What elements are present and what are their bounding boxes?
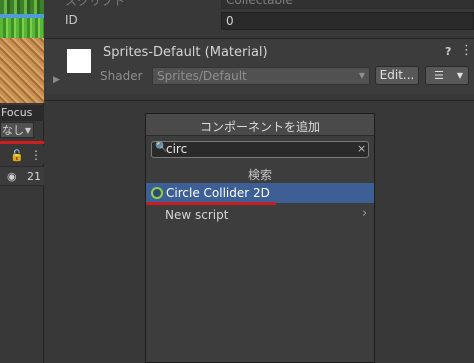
search-input[interactable] [166,142,351,157]
shader-options-button[interactable]: ☰ ▼ [425,66,469,85]
material-swatch [67,49,91,73]
lock-toolbar: 🔓 ⋮ [0,146,44,164]
grass-tile [0,18,44,38]
scene-thumbnail [0,0,44,103]
chevron-right-icon: › [362,206,368,221]
tag-field[interactable]: Collectable [221,0,474,9]
shader-select-value: Sprites/Default [157,69,247,83]
chevron-down-icon: ▼ [456,71,463,80]
grass-tile-top [0,0,44,14]
popup-header: コンポーネントを追加 [146,114,374,136]
result-label: New script [165,208,229,222]
gear-icon[interactable]: ⋮ [460,43,473,58]
help-icon[interactable]: ? [445,45,451,58]
focus-label: Focus [0,105,44,121]
material-title: Sprites-Default (Material) [103,45,268,60]
foldout-arrow-icon[interactable]: ▶ [53,75,60,85]
lock-icon[interactable]: 🔓 [10,149,24,162]
focus-dropdown[interactable]: なし ▼ [0,122,34,138]
result-label: Circle Collider 2D [166,186,270,200]
inspector-panel: スクリプト Collectable ID 0 Sprites-Default (… [45,0,474,363]
id-row: ID 0 [45,12,474,30]
edit-shader-button[interactable]: Edit... [375,66,419,85]
visibility-toolbar: ◉ 21 [0,166,44,186]
visibility-count: 21 [27,170,41,183]
result-new-script[interactable]: New script › [146,205,374,225]
search-section-label: 検索 [247,168,272,182]
result-circle-collider-2d[interactable]: Circle Collider 2D [146,183,374,203]
id-field[interactable]: 0 [221,12,474,30]
search-box[interactable]: 🔍 × [151,141,369,158]
add-component-popup: コンポーネントを追加 🔍 × 検索 Circle Collider 2D New… [145,113,375,363]
section-divider [45,100,474,101]
material-section: Sprites-Default (Material) ? ⋮ ▶ Shader … [45,38,474,94]
eye-hidden-icon[interactable]: ◉ [7,170,17,183]
id-label: ID [65,13,78,27]
circle-collider-icon [151,187,163,199]
tag-row: スクリプト Collectable [45,0,474,9]
chevron-down-icon: ▼ [24,126,31,135]
shader-select[interactable]: Sprites/Default ▼ [152,67,370,85]
focus-dropdown-value: なし [2,124,24,137]
dirt-tile [0,38,44,103]
shader-label: Shader [100,69,143,83]
list-icon: ☰ [434,69,444,82]
chevron-down-icon: ▼ [358,71,365,80]
more-icon[interactable]: ⋮ [30,148,42,162]
annotation-underline-left [0,141,44,144]
tag-label: スクリプト [65,0,126,8]
popup-title: コンポーネントを追加 [199,120,320,134]
hierarchy-panel: Focus なし ▼ 🔓 ⋮ ◉ 21 [0,0,44,363]
clear-icon[interactable]: × [357,142,366,155]
